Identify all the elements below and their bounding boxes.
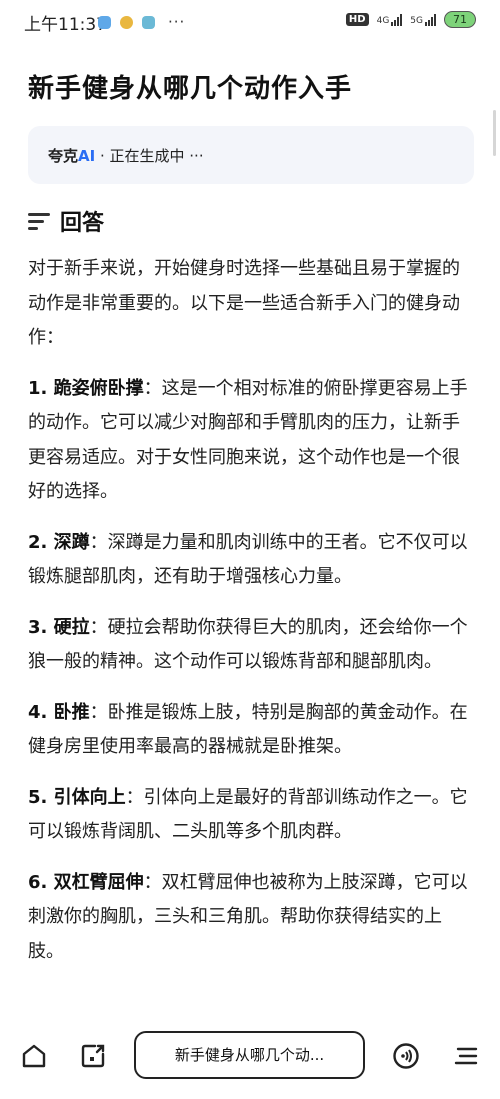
answer-content: 对于新手来说，开始健身时选择一些基础且易于掌握的动作是非常重要的。以下是一些适合…: [28, 252, 474, 985]
answer-intro: 对于新手来说，开始健身时选择一些基础且易于掌握的动作是非常重要的。以下是一些适合…: [28, 258, 460, 348]
scrollbar[interactable]: [493, 110, 496, 156]
item-desc: ：硬拉会帮助你获得巨大的肌肉，还会给你一个狼一般的精神。这个动作可以锻炼背部和腿…: [28, 616, 468, 673]
tabs-icon[interactable]: [79, 1042, 107, 1070]
item-name: 深蹲: [53, 531, 90, 553]
item-number: 3.: [28, 616, 54, 638]
answer-label: 回答: [60, 211, 105, 236]
list-item: 6. 双杠臂屈伸：双杠臂屈伸也被称为上肢深蹲，它可以刺激你的胸肌，三头和三角肌。…: [28, 866, 474, 970]
answer-heading: 回答: [28, 205, 104, 237]
item-number: 6.: [28, 871, 54, 893]
app-notification-icon: [142, 15, 155, 29]
bottom-nav-bar: 新手健身从哪几个动...: [0, 1024, 500, 1099]
notification-icons: ···: [98, 13, 185, 31]
item-name: 跪姿俯卧撑: [53, 377, 144, 399]
item-desc: ：深蹲是力量和肌肉训练中的王者。它不仅可以锻炼腿部肌肉，还有助于增强核心力量。: [28, 531, 468, 588]
brand-name: 夸克: [48, 147, 79, 165]
home-icon[interactable]: [20, 1042, 48, 1070]
brand-ai-label: AI: [78, 147, 96, 165]
system-indicators: HD 4G 5G 71: [345, 11, 476, 28]
item-name: 硬拉: [53, 616, 90, 638]
list-item: 2. 深蹲：深蹲是力量和肌肉训练中的王者。它不仅可以锻炼腿部肌肉，还有助于增强核…: [28, 526, 474, 595]
item-number: 5.: [28, 786, 54, 808]
status-time: 上午11:37: [24, 15, 107, 35]
item-desc: ：卧推是锻炼上肢，特别是胸部的黄金动作。在健身房里使用率最高的器械就是卧推架。: [28, 701, 468, 758]
page-title: 新手健身从哪几个动作入手: [28, 74, 353, 104]
address-bar[interactable]: 新手健身从哪几个动...: [134, 1031, 365, 1079]
hd-badge: HD: [345, 13, 369, 26]
generating-status-text: 夸克AI · 正在生成中 ···: [48, 145, 204, 166]
menu-icon[interactable]: [452, 1042, 480, 1070]
battery-icon: 71: [444, 11, 476, 28]
more-notifications-icon: ···: [168, 13, 186, 31]
item-name: 引体向上: [53, 786, 126, 808]
item-name: 双杠臂屈伸: [53, 871, 144, 893]
list-item: 5. 引体向上：引体向上是最好的背部训练动作之一。它可以锻炼背阔肌、二头肌等多个…: [28, 781, 474, 850]
generating-status-box: 夸克AI · 正在生成中 ···: [28, 126, 474, 184]
signal-5g-icon: 5G: [410, 13, 436, 26]
answer-lines-icon: [28, 211, 50, 231]
item-number: 1.: [28, 377, 54, 399]
signal-4g-icon: 4G: [377, 13, 403, 26]
list-item: 1. 跪姿俯卧撑：这是一个相对标准的俯卧撑更容易上手的动作。它可以减少对胸部和手…: [28, 372, 474, 510]
voice-icon[interactable]: [392, 1042, 420, 1070]
item-number: 2.: [28, 531, 54, 553]
item-number: 4.: [28, 701, 54, 723]
generating-status: · 正在生成中 ···: [95, 147, 204, 165]
list-item: 4. 卧推：卧推是锻炼上肢，特别是胸部的黄金动作。在健身房里使用率最高的器械就是…: [28, 696, 474, 765]
status-bar: 上午11:37 ··· HD 4G 5G 71: [0, 0, 500, 44]
app-notification-icon: [120, 15, 133, 29]
app-notification-icon: [98, 15, 111, 29]
list-item: 3. 硬拉：硬拉会帮助你获得巨大的肌肉，还会给你一个狼一般的精神。这个动作可以锻…: [28, 611, 474, 680]
item-name: 卧推: [53, 701, 90, 723]
